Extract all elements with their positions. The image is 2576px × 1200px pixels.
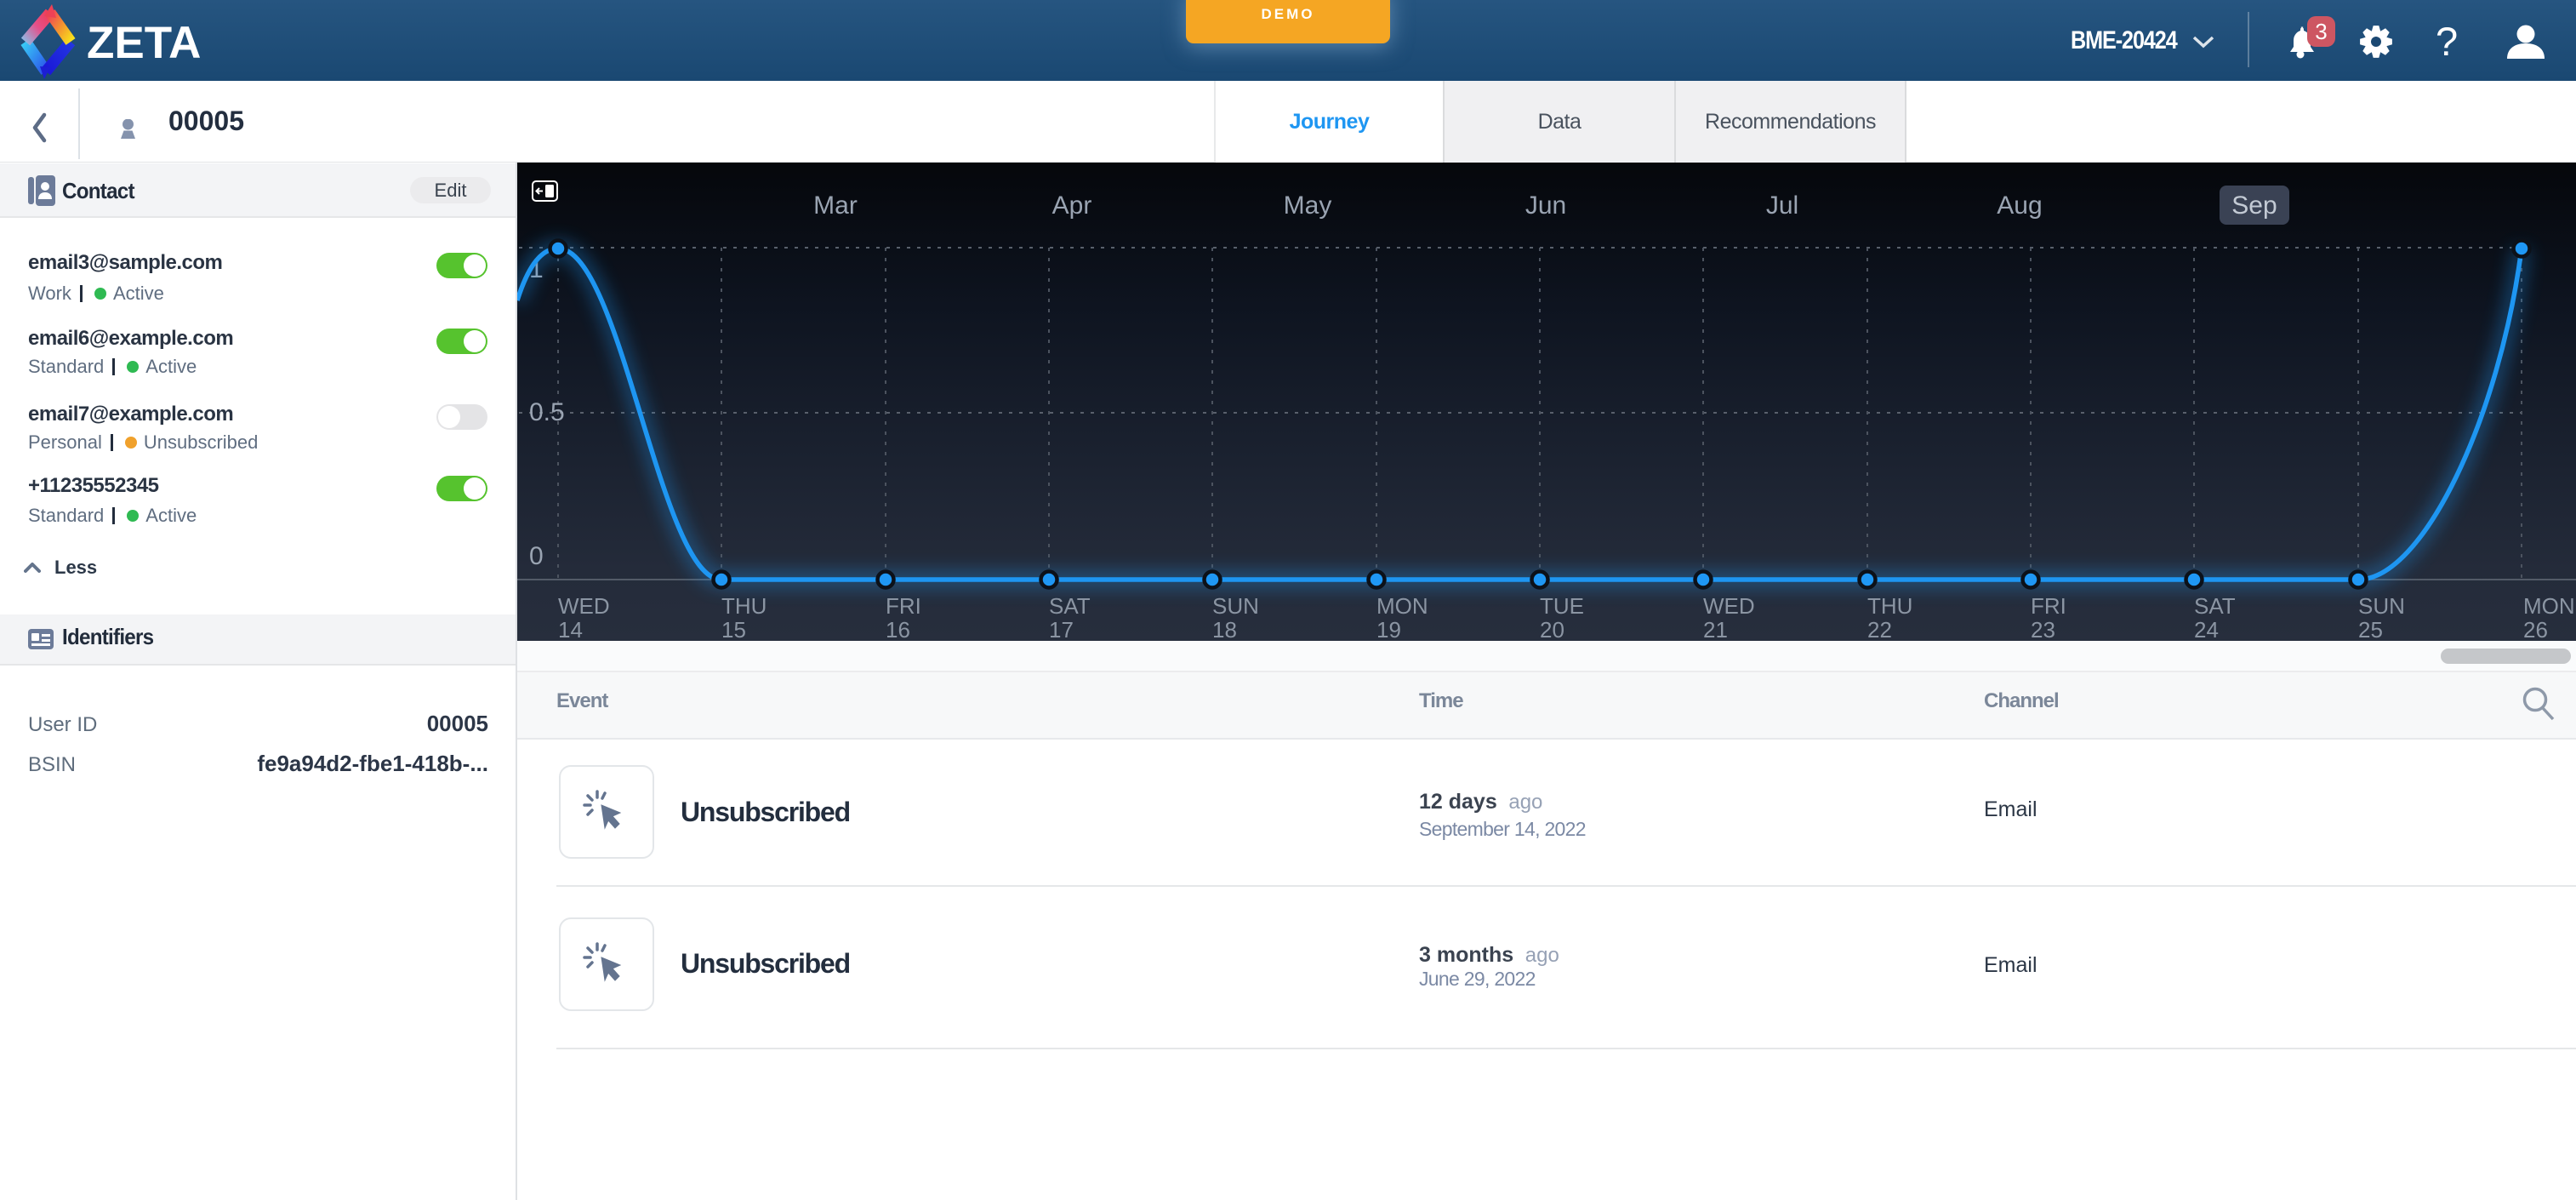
svg-text:Aug: Aug	[1997, 191, 2042, 220]
svg-text:Mar: Mar	[813, 191, 858, 220]
svg-text:Apr: Apr	[1052, 191, 1092, 220]
svg-text:25: 25	[2358, 617, 2383, 641]
svg-text:21: 21	[1703, 617, 1728, 641]
svg-text:19: 19	[1376, 617, 1401, 641]
svg-text:Jul: Jul	[1766, 191, 1798, 220]
svg-text:MON: MON	[2523, 593, 2575, 619]
svg-text:22: 22	[1867, 617, 1892, 641]
svg-text:23: 23	[2031, 617, 2055, 641]
svg-text:THU: THU	[721, 593, 767, 619]
svg-text:FRI: FRI	[2031, 593, 2066, 619]
svg-text:0.5: 0.5	[529, 398, 565, 426]
svg-text:THU: THU	[1867, 593, 1912, 619]
svg-text:14: 14	[558, 617, 583, 641]
svg-text:SUN: SUN	[1212, 593, 1259, 619]
svg-text:WED: WED	[1703, 593, 1755, 619]
svg-text:FRI: FRI	[886, 593, 921, 619]
svg-text:17: 17	[1049, 617, 1074, 641]
svg-text:TUE: TUE	[1540, 593, 1584, 619]
svg-text:Sep: Sep	[2231, 191, 2277, 220]
svg-text:15: 15	[721, 617, 746, 641]
svg-text:SAT: SAT	[2194, 593, 2236, 619]
svg-text:18: 18	[1212, 617, 1237, 641]
svg-text:20: 20	[1540, 617, 1564, 641]
svg-text:26: 26	[2523, 617, 2548, 641]
svg-text:24: 24	[2194, 617, 2219, 641]
svg-text:16: 16	[886, 617, 910, 641]
svg-text:Jun: Jun	[1525, 191, 1566, 220]
svg-text:WED: WED	[558, 593, 610, 619]
svg-text:May: May	[1284, 191, 1332, 220]
svg-text:SUN: SUN	[2358, 593, 2405, 619]
svg-text:0: 0	[529, 542, 544, 570]
svg-text:SAT: SAT	[1049, 593, 1091, 619]
svg-text:MON: MON	[1376, 593, 1428, 619]
